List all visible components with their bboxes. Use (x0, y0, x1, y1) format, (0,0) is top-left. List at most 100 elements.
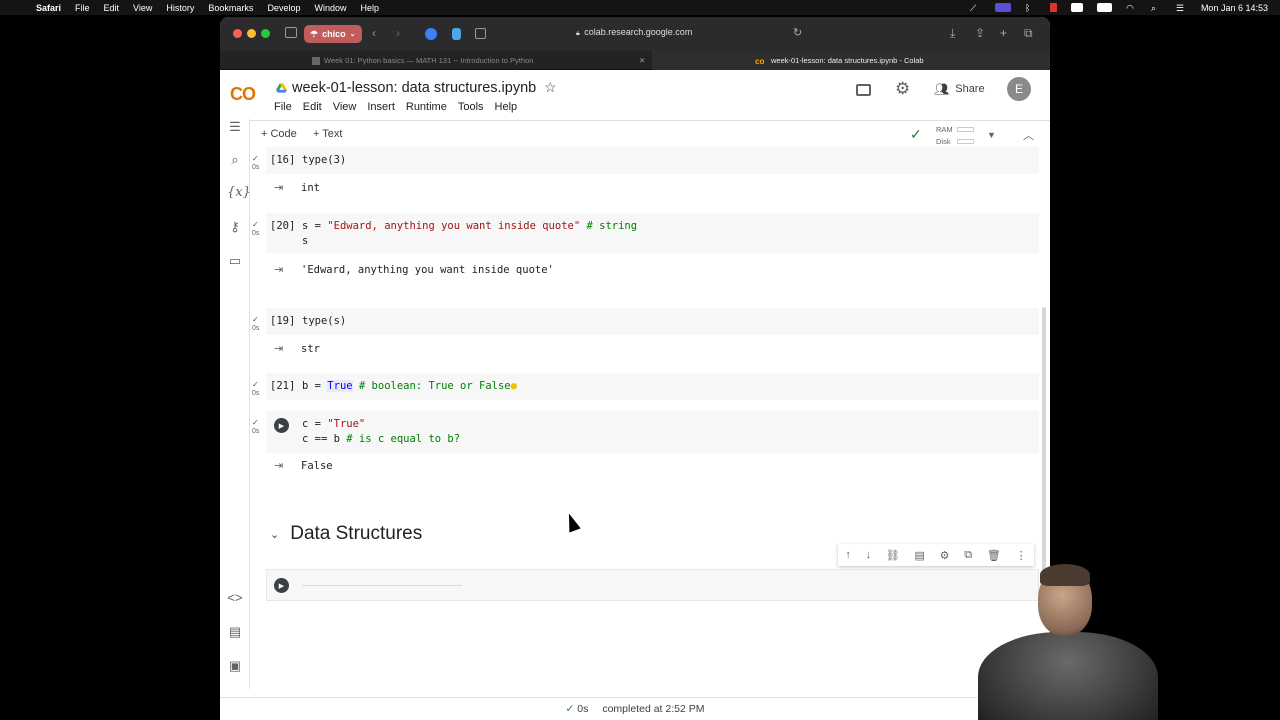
lightbulb-icon[interactable]: ● (511, 380, 517, 392)
runtime-dropdown-icon[interactable]: ▼ (987, 130, 996, 140)
menu-develop[interactable]: Develop (267, 3, 300, 13)
colab-menu-file[interactable]: File (274, 101, 292, 113)
menu-window[interactable]: Window (314, 3, 346, 13)
profile-button[interactable]: ☂ chico ⌄ (304, 25, 363, 43)
code-snippets-icon[interactable]: <> (227, 590, 243, 605)
minimize-window-icon[interactable] (247, 29, 256, 38)
wifi-icon[interactable]: ◠ (1126, 3, 1137, 13)
colab-menu-view[interactable]: View (333, 101, 357, 113)
spotlight-icon[interactable]: ⌕ (1151, 3, 1162, 13)
notebook-toolbar: + Code + Text ✓ RAM Disk ▼ ︿ (220, 120, 1050, 150)
tab-week01-python-basics[interactable]: Week 01: Python basics — MATH 131 -- Int… (220, 51, 652, 70)
key-icon[interactable]: ⚷ (227, 219, 243, 235)
extension-icon[interactable] (425, 28, 437, 40)
reload-icon[interactable]: ↻ (793, 26, 802, 39)
add-code-button[interactable]: + Code (261, 128, 297, 140)
code-editor[interactable] (266, 308, 1039, 335)
output-icon[interactable]: ⇥ (274, 459, 283, 472)
google-drive-icon[interactable] (276, 83, 287, 93)
zoom-window-icon[interactable] (261, 29, 270, 38)
menu-history[interactable]: History (166, 3, 194, 13)
profile-name: chico (322, 29, 346, 39)
colab-menu-edit[interactable]: Edit (303, 101, 322, 113)
notebook-title[interactable]: week-01-lesson: data structures.ipynb (292, 80, 536, 96)
scrollbar[interactable] (1042, 307, 1046, 577)
cell-output: str (301, 343, 320, 355)
collapse-chevron-icon[interactable]: ⌄ (270, 528, 279, 541)
bluetooth-icon[interactable]: ᛒ (1025, 3, 1036, 13)
toc-icon[interactable]: ☰ (227, 119, 243, 135)
menubar-clock[interactable]: Mon Jan 6 14:53 (1201, 3, 1268, 13)
colab-menu-tools[interactable]: Tools (458, 101, 484, 113)
share-icon[interactable]: ⇪ (975, 26, 985, 40)
folder-icon[interactable]: ▭ (227, 253, 243, 269)
screen-share-icon[interactable] (994, 3, 1011, 12)
new-tab-icon[interactable]: + (1000, 26, 1007, 40)
output-icon[interactable]: ⇥ (274, 342, 283, 355)
tab-title: Week 01: Python basics — MATH 131 -- Int… (324, 56, 534, 65)
comments-icon[interactable] (856, 84, 871, 96)
resource-indicator[interactable]: RAM Disk (936, 124, 953, 148)
status-time: 0s (577, 703, 589, 715)
control-center-icon[interactable]: ☰ (1176, 3, 1187, 13)
connected-check-icon[interactable]: ✓ (910, 126, 922, 143)
tab-title: week-01-lesson: data structures.ipynb - … (771, 56, 924, 65)
colab-menu-insert[interactable]: Insert (367, 101, 395, 113)
star-icon[interactable]: ☆ (544, 79, 557, 96)
search-icon[interactable]: ⌕ (227, 152, 243, 168)
variables-icon[interactable]: {x} (227, 185, 251, 200)
battery-icon[interactable] (1096, 3, 1112, 12)
menu-view[interactable]: View (133, 3, 152, 13)
menu-edit[interactable]: Edit (104, 3, 120, 13)
input-source-icon[interactable] (1070, 3, 1083, 12)
tool-icon[interactable]: ⟋ (970, 3, 981, 13)
presenter-body (978, 632, 1158, 720)
close-tab-icon[interactable]: ✕ (639, 56, 645, 65)
extension-icon[interactable] (452, 28, 461, 40)
collapse-header-icon[interactable]: ︿ (1023, 127, 1034, 143)
sidebar-toggle-icon[interactable] (285, 27, 297, 38)
code-comment: # is c equal to b? (339, 433, 461, 445)
move-down-icon[interactable]: ↓ (866, 549, 872, 561)
cell-output: 'Edward, anything you want inside quote' (301, 264, 554, 276)
profile-icon: ☂ (310, 28, 319, 39)
colab-menu-help[interactable]: Help (495, 101, 518, 113)
comment-icon[interactable]: ▤ (915, 549, 925, 562)
exec-count: [16] (270, 154, 296, 166)
avatar[interactable]: E (1007, 77, 1031, 101)
command-palette-icon[interactable]: ▤ (227, 624, 243, 640)
link-icon[interactable]: ⛓ (886, 549, 900, 562)
back-icon[interactable]: ‹ (372, 26, 376, 40)
code-editor[interactable] (266, 147, 1039, 174)
recording-icon[interactable] (1049, 3, 1057, 12)
exec-count: [20] (270, 220, 296, 232)
colab-menu-runtime[interactable]: Runtime (406, 101, 447, 113)
run-cell-button[interactable]: ▶ (274, 578, 289, 593)
output-icon[interactable]: ⇥ (274, 263, 283, 276)
close-window-icon[interactable] (233, 29, 242, 38)
notebook-body: ✓ 0s [16] type(3) ⇥ int ✓ 0s [20] s = "Edw… (250, 147, 1050, 703)
output-icon[interactable]: ⇥ (274, 181, 283, 194)
menu-file[interactable]: File (75, 3, 90, 13)
run-cell-button[interactable]: ▶ (274, 418, 289, 433)
settings-gear-icon[interactable]: ⚙ (895, 79, 910, 99)
add-text-button[interactable]: + Text (313, 128, 342, 140)
move-up-icon[interactable]: ↑ (845, 549, 851, 561)
forward-icon[interactable]: › (396, 26, 400, 40)
chevron-down-icon: ⌄ (349, 31, 356, 38)
section-heading[interactable]: ⌄ Data Structures (270, 523, 422, 545)
menu-bookmarks[interactable]: Bookmarks (208, 3, 253, 13)
share-button[interactable]: 👥︎ Share (934, 82, 985, 96)
tab-colab-notebook[interactable]: co week-01-lesson: data structures.ipynb… (652, 51, 1050, 70)
colab-logo[interactable]: CO (230, 84, 256, 105)
download-icon[interactable]: ⤓ (950, 26, 955, 41)
play-icon: ▶ (278, 422, 285, 430)
address-bar[interactable]: 🔒︎ colab.research.google.com (576, 27, 692, 38)
menu-app-name[interactable]: Safari (36, 3, 61, 13)
menu-help[interactable]: Help (360, 3, 379, 13)
settings-icon[interactable]: ⚙ (940, 549, 950, 562)
terminal-icon[interactable]: ▣ (227, 658, 243, 674)
share-label: Share (955, 83, 985, 95)
reader-icon[interactable] (475, 28, 486, 39)
tab-overview-icon[interactable]: ⧉ (1024, 26, 1033, 41)
